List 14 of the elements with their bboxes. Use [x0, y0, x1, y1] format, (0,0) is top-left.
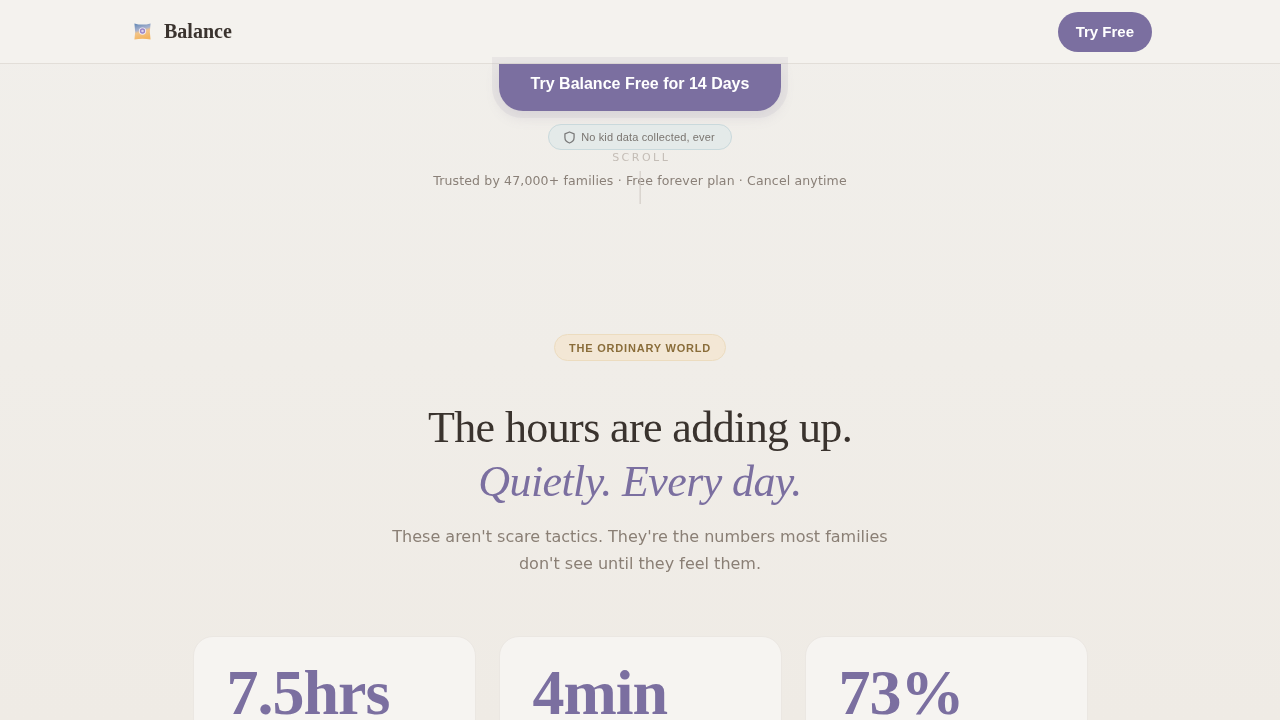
section-eyebrow-badge: THE ORDINARY WORLD — [553, 334, 727, 361]
stat-value: 73% — [838, 669, 964, 716]
section-heading: The hours are adding up. — [427, 402, 853, 454]
logo-icon — [133, 22, 152, 41]
stat-value: 4min — [532, 669, 668, 716]
section-heading-accent: Quietly. Every day. — [478, 456, 802, 508]
section-intro: These aren't scare tactics. They're the numbers most families don't see until they feel them. — [391, 526, 889, 575]
try-free-button[interactable]: Try Free — [1057, 11, 1152, 52]
cta-button[interactable]: Try Balance Free for 14 Days — [499, 64, 781, 111]
privacy-text: No kid data collected, ever — [581, 131, 715, 143]
brand-name[interactable]: Balance — [164, 20, 232, 43]
stat-value: 7.5hrs — [226, 669, 390, 716]
trust-line: Trusted by 47,000+ families · Free forever plan · Cancel anytime — [433, 172, 847, 190]
shield-icon — [564, 130, 576, 144]
